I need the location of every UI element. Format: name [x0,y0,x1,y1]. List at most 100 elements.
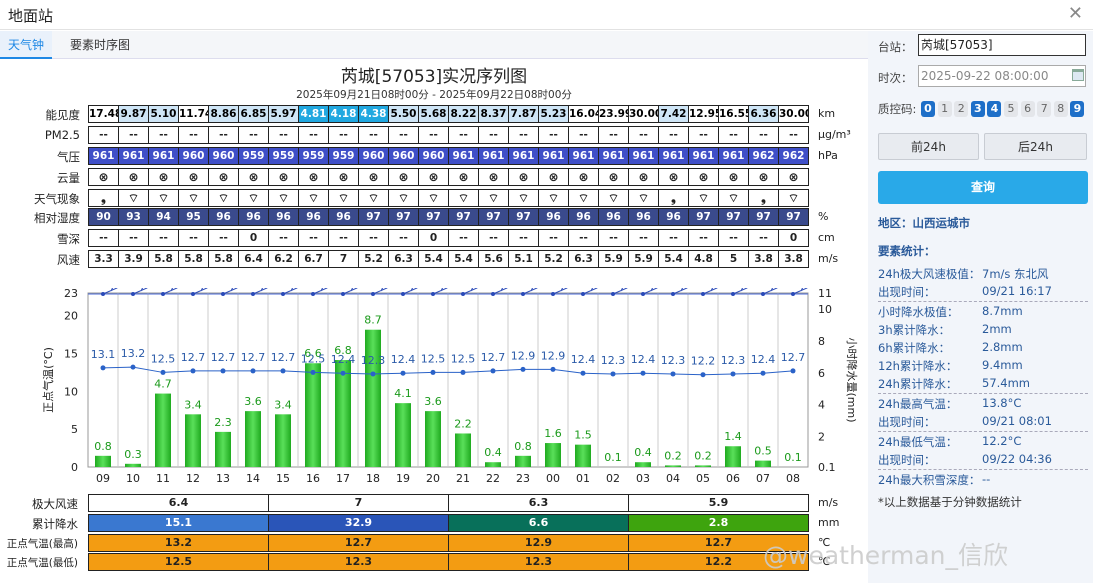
qc-code-5[interactable]: 5 [1004,101,1018,117]
stat-key: 24h最大积雪深度： [878,473,981,487]
temperature-point [670,371,676,377]
cell-pm25: -- [688,126,719,144]
cell-snow: -- [658,229,689,247]
precip-label: 3.6 [424,395,442,408]
qc-code-0[interactable]: 0 [921,101,935,117]
precip-bar [695,465,711,467]
x-tick-label: 19 [396,472,410,485]
qc-code-2[interactable]: 2 [954,101,969,117]
precip-bar [515,455,531,467]
prev-24h-button[interactable]: 前24h [878,133,979,160]
cell-pm25: -- [448,126,479,144]
qc-code-6[interactable]: 6 [1020,101,1035,117]
cell-pm25: -- [478,126,509,144]
cell-wind: 5.8 [208,250,239,268]
summary-label: 正点气温(最高) [6,538,78,550]
temperature-point [640,370,646,376]
cell-wx: ⌔ [718,189,749,207]
close-icon[interactable]: ✕ [1068,3,1083,24]
cell-rh: 97 [718,208,749,226]
cell-pm25: -- [328,126,359,144]
stat-value: 09/21 16:17 [982,284,1052,298]
tab-element-timeseries[interactable]: 要素时序图 [62,31,138,59]
row-label-vis: 能见度 [45,108,81,122]
qc-code-1[interactable]: 1 [937,101,952,117]
right-tick-label: 4 [818,399,825,412]
control-panel: 台站： 芮城[57053] 时次： 2025-09-22 08:00:00 质控… [868,31,1093,583]
cell-wind: 5.8 [148,250,179,268]
temperature-label: 12.3 [601,354,626,367]
cell-pm25: -- [118,126,149,144]
precip-bar [125,463,141,467]
stats-note: *以上数据基于分钟数据统计 [878,495,1022,509]
cell-snow: 0 [418,229,449,247]
temperature-point [520,366,526,372]
time-input[interactable]: 2025-09-22 08:00:00 [918,65,1086,87]
station-label: 台站： [878,40,913,54]
cell-pm25: -- [508,126,539,144]
temperature-point [280,368,286,374]
precip-label: 0.1 [784,451,802,464]
cell-rh: 96 [208,208,239,226]
right-tick-label: 6 [818,367,825,380]
cell-snow: -- [118,229,149,247]
chart-subtitle: 2025年09月21日08时00分 - 2025年09月22日08时00分 [296,89,572,101]
tab-weather-clock[interactable]: 天气钟 [0,31,53,59]
cell-wx: ⌔ [358,189,389,207]
cell-wx: ⌔ [388,189,419,207]
left-tick-label: 5 [71,423,78,436]
cell-pm25: -- [358,126,389,144]
temperature-label: 12.5 [421,352,446,365]
temperature-point [490,368,496,374]
cell-wx: ⌔ [688,189,719,207]
stats-title: 要素统计： [878,244,936,258]
row-label-rh: 相对湿度 [34,211,80,225]
next-24h-button[interactable]: 后24h [984,133,1087,160]
precip-label: 0.4 [484,446,502,459]
cell-wx: ⌔ [148,189,179,207]
precip-label: 0.5 [754,445,772,458]
x-tick-label: 21 [456,472,470,485]
x-tick-label: 02 [606,472,620,485]
calendar-icon[interactable] [1072,69,1084,81]
left-tick-label: 23 [64,288,78,300]
temperature-point [190,368,196,374]
cell-snow: -- [568,229,599,247]
station-input[interactable]: 芮城[57053] [918,34,1086,56]
qc-code-4[interactable]: 4 [987,101,1002,117]
stat-key: 24h累计降水： [878,377,958,391]
cell-wind: 3.8 [748,250,779,268]
cell-rh: 97 [508,208,539,226]
qc-code-7[interactable]: 7 [1037,101,1052,117]
cell-cloud: ⊗ [718,168,749,186]
qc-code-8[interactable]: 8 [1053,101,1068,117]
temperature-point [310,369,316,375]
left-tick-label: 0 [71,461,78,474]
summary-cell: 15.1 [88,514,269,532]
stat-value: 09/21 08:01 [982,414,1052,428]
qc-code-3[interactable]: 3 [970,101,985,117]
row-label-wx: 天气现象 [34,192,80,206]
qc-code-9[interactable]: 9 [1070,101,1085,117]
cell-pm25: -- [658,126,689,144]
x-tick-label: 12 [186,472,200,485]
x-tick-label: 09 [96,472,110,485]
cell-pm25: -- [538,126,569,144]
temperature-label: 13.2 [121,347,146,360]
temperature-point [550,366,556,372]
stat-value: 7m/s 东北风 [982,267,1049,281]
temperature-label: 12.9 [541,349,566,362]
cell-pres: 960 [208,147,239,165]
x-tick-label: 15 [276,472,290,485]
precip-label: 0.3 [124,448,142,461]
temperature-label: 12.3 [361,354,386,367]
cell-wx: ⌔ [628,189,659,207]
cell-pres: 959 [238,147,269,165]
stat-key: 24h极大风速极值： [878,267,981,281]
cell-snow: -- [688,229,719,247]
x-tick-label: 16 [306,472,320,485]
cell-cloud: ⊗ [358,168,389,186]
cell-vis: 16.04 [568,105,599,123]
query-button[interactable]: 查询 [878,171,1088,204]
cell-wx: ⌔ [448,189,479,207]
